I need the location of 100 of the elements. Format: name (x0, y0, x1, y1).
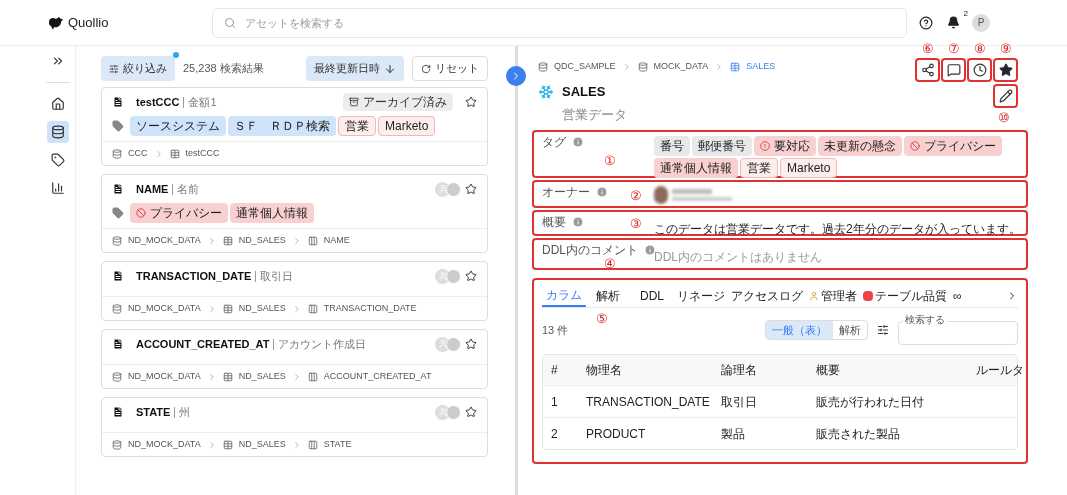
tag-chip: 要対応 (754, 136, 816, 156)
path-segment[interactable]: ND_MOCK_DATA (128, 369, 201, 384)
sidebar-item[interactable] (46, 121, 69, 143)
breadcrumb-item[interactable]: MOCK_DATA (653, 60, 709, 74)
tag-chip: 営業 (338, 116, 376, 136)
summary-text: このデータは営業データです。過去2年分のデータが入っています。 (654, 222, 1021, 236)
help-icon[interactable] (919, 15, 933, 30)
columns-icon (307, 235, 318, 246)
database-icon (112, 303, 122, 314)
tag-chip: 通常個人情報 (654, 158, 738, 178)
tag-chip: プライバシー (130, 203, 228, 223)
path-segment[interactable]: STATE (323, 437, 352, 452)
card-title: testCCC (136, 94, 180, 110)
table-cell-text: 1 (550, 393, 559, 411)
path-segment[interactable]: ACCOUNT_CREATED_AT (323, 369, 432, 384)
tab[interactable]: DDL (630, 284, 674, 307)
column-header: 物理名 (585, 362, 623, 379)
path-segment[interactable]: ND_SALES (238, 301, 286, 316)
database-icon (538, 61, 548, 72)
result-card[interactable]: TRANSACTION_DATE 取引日 ND_MOCK_DATA ND_SALES TRANSACTION_DATE (101, 261, 488, 321)
star-icon[interactable] (465, 406, 477, 418)
clock-icon (972, 63, 987, 77)
column-header: 論理名 (720, 362, 758, 379)
action-button[interactable] (967, 58, 992, 82)
search-field[interactable]: アセットを検索する (212, 7, 907, 38)
filter-button[interactable]: 絞り込み (101, 56, 175, 81)
ban-icon (136, 208, 146, 218)
column-header: ルールタ (975, 362, 1025, 379)
expand-panel-button[interactable] (506, 66, 526, 86)
empty-comment-text: DDL内のコメントはありません (654, 250, 822, 264)
info-icon (644, 244, 656, 256)
path-segment[interactable]: ND_SALES (238, 369, 286, 384)
annotation-number: ④ (604, 257, 616, 270)
annotation-number: ⑧ (974, 42, 986, 55)
view-toggle[interactable]: 解析 (833, 321, 867, 339)
field-label: DDL内のコメント (542, 244, 638, 256)
reset-icon (421, 63, 431, 74)
table-icon (222, 371, 233, 382)
table-cell-text: 2 (550, 425, 559, 443)
table-cell-text: 取引日 (720, 393, 758, 411)
document-icon (112, 337, 124, 351)
path-segment[interactable]: ND_MOCK_DATA (128, 233, 201, 248)
bar-chart-icon (50, 181, 65, 195)
row-count: 13 件 (542, 322, 570, 338)
path-segment[interactable]: ND_MOCK_DATA (128, 301, 201, 316)
path-segment[interactable]: ND_MOCK_DATA (128, 437, 201, 452)
breadcrumb-item[interactable]: QDC_SAMPLE (554, 60, 616, 74)
pencil-icon (998, 89, 1013, 103)
star-icon[interactable] (465, 270, 477, 282)
star-icon[interactable] (465, 183, 477, 195)
path-segment[interactable]: ND_SALES (238, 233, 286, 248)
tab[interactable]: リネージ (674, 284, 728, 307)
card-title: NAME (136, 181, 169, 197)
filter-icon[interactable] (877, 324, 889, 336)
document-icon (112, 182, 124, 196)
tab[interactable]: 解析 (586, 284, 630, 307)
path-segment[interactable]: TRANSACTION_DATE (323, 301, 417, 316)
user-avatar[interactable]: P (972, 13, 990, 32)
action-button[interactable] (993, 58, 1018, 82)
edit-button[interactable] (993, 84, 1018, 108)
reset-button[interactable]: リセット (412, 56, 488, 81)
path-segment[interactable]: CCC (128, 146, 148, 161)
tag-icon (50, 153, 65, 167)
notification-count: 2 (963, 8, 968, 20)
tag-chip: 番号 (654, 136, 690, 156)
document-icon (112, 269, 124, 283)
path-segment[interactable]: ND_SALES (238, 437, 286, 452)
star-icon[interactable] (465, 338, 477, 350)
table-cell-text: 製品 (720, 425, 746, 443)
columns-icon (307, 439, 318, 450)
result-card[interactable]: testCCC 金額1 アーカイブ済み ソースシステム ＳＦ ＲＤＰ検索 営業 Marketo CCC testCCC (101, 87, 488, 166)
table-icon (222, 439, 233, 450)
result-card[interactable]: STATE 州 ND_MOCK_DATA ND_SALES STATE (101, 397, 488, 457)
archived-badge: アーカイブ済み (343, 93, 453, 111)
ban-icon (910, 141, 920, 151)
sort-button[interactable]: 最終更新日時 (306, 56, 404, 81)
annotation-number: ⑩ (998, 111, 1010, 124)
tag-chip: 郵便番号 (692, 136, 752, 156)
logo-icon (48, 15, 64, 30)
annotation-number: ⑨ (1000, 42, 1012, 55)
tab[interactable]: 管理者 (806, 284, 860, 307)
field-label: オーナー (542, 186, 590, 198)
tab[interactable]: テーブル品質 (860, 284, 950, 307)
archive-icon (349, 97, 359, 107)
tab[interactable]: ∞ (950, 284, 965, 307)
database-icon (112, 371, 122, 382)
tab[interactable]: アクセスログ (728, 284, 806, 307)
action-button[interactable] (915, 58, 940, 82)
bell-icon[interactable] (947, 16, 960, 29)
path-segment[interactable]: NAME (323, 233, 350, 248)
tag-chip: ソースシステム (130, 116, 226, 136)
result-card[interactable]: ACCOUNT_CREATED_AT アカウント作成日 ND_MOCK_DATA ND_SALES ACCOUNT_CREATED_AT (101, 329, 488, 389)
breadcrumb-item[interactable]: SALES (746, 60, 776, 74)
result-card[interactable]: NAME 名前 プライバシー 通常個人情報 ND_MOCK_DATA ND_SALES NAME (101, 174, 488, 253)
star-icon[interactable] (465, 96, 477, 108)
tab[interactable]: カラム (542, 284, 586, 307)
path-segment[interactable]: testCCC (185, 146, 220, 161)
annotation-number: ③ (630, 217, 642, 230)
field-label: 概要 (542, 216, 566, 228)
tag-chip: 通常個人情報 (230, 203, 314, 223)
